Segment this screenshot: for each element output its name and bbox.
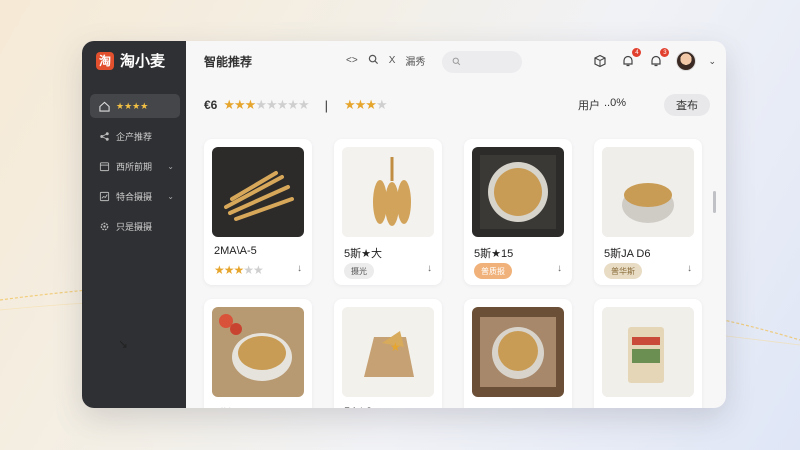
product-title: 5斯★大: [344, 248, 382, 260]
product-card[interactable]: 5品★11P普★↓: [594, 299, 702, 408]
product-image[interactable]: [602, 147, 694, 237]
product-title: 54★9: [344, 405, 372, 408]
filter-button[interactable]: 査布: [664, 94, 710, 116]
notification-badge: 4: [632, 48, 642, 57]
sidebar-item-label: 企产推荐: [116, 131, 153, 142]
product-image[interactable]: ★: [342, 307, 434, 397]
search-icon[interactable]: [368, 54, 379, 68]
product-image[interactable]: [212, 147, 304, 237]
top-bar: 智能推荐 <> X 漏秀 4 3 ⌄: [186, 41, 726, 81]
sidebar-item-settings[interactable]: 只是摄摄: [90, 214, 180, 238]
product-title: 5斯JA D6: [604, 248, 651, 260]
code-toggle-button[interactable]: <>: [346, 55, 358, 66]
download-icon[interactable]: ↓: [427, 263, 432, 274]
filter-score-label: €6: [204, 98, 218, 112]
app-window: 淘 淘小麦 ★★★★ 企产推荐 西所前期 ⌄ 特合摄摄 ⌄ 只是摄摄 智能推荐 …: [82, 41, 726, 408]
cursor-icon: ↘: [118, 337, 129, 351]
rating-filter-a[interactable]: ★★★★★★★★: [223, 97, 309, 113]
sidebar-item-label: 特合摄摄: [116, 191, 153, 202]
sidebar-item-schedule[interactable]: 西所前期 ⌄: [90, 154, 180, 178]
product-image[interactable]: [472, 147, 564, 237]
sidebar-item-home[interactable]: ★★★★: [90, 94, 180, 118]
product-title: 2MA\A-5: [214, 245, 257, 257]
users-value: ..0%: [603, 97, 626, 109]
cube-icon[interactable]: [592, 53, 608, 69]
chevron-down-icon: ⌄: [167, 161, 174, 171]
product-card[interactable]: 5斯★大摄光 ↓: [334, 139, 442, 285]
main-content: 智能推荐 <> X 漏秀 4 3 ⌄ €6 ★★★★★★★★ | ★★★★ 用户…: [186, 41, 726, 408]
chevron-down-icon[interactable]: ⌄: [708, 56, 716, 67]
chevron-down-icon: ⌄: [167, 191, 174, 201]
product-card[interactable]: 5斯★15 普质报 ↓: [464, 139, 572, 285]
download-icon[interactable]: ↓: [687, 263, 692, 274]
avatar[interactable]: [676, 51, 697, 71]
product-tag: 普质报: [474, 263, 512, 279]
search-input[interactable]: [442, 51, 522, 73]
download-icon[interactable]: ↓: [297, 263, 302, 274]
notification-badge: 3: [660, 48, 670, 57]
sidebar-nav: ★★★★ 企产推荐 西所前期 ⌄ 特合摄摄 ⌄ 只是摄摄: [90, 94, 180, 244]
logo-mark: 淘: [96, 51, 114, 70]
search-icon: [452, 53, 461, 71]
product-card[interactable]: 5品★112普质报↓: [464, 299, 572, 408]
page-title: 智能推荐: [204, 55, 253, 69]
product-title: 5斯 6-DO:: [214, 405, 264, 408]
toolbar: <> X 漏秀: [346, 53, 425, 68]
product-card[interactable]: ★54★9摄质★↓: [334, 299, 442, 408]
product-card[interactable]: 2MA\A-5 ★★★★★ ↓: [204, 139, 312, 285]
notification-icon[interactable]: 3: [648, 48, 670, 69]
product-tag: 普华斯: [604, 263, 642, 279]
share-icon: [98, 130, 110, 142]
sidebar-item-label: ★★★★: [116, 100, 149, 111]
bell-icon[interactable]: 4: [620, 48, 642, 69]
filter-bar: €6 ★★★★★★★★ | ★★★★ 用户 ..0% 査布: [204, 93, 710, 117]
download-icon[interactable]: ↓: [557, 263, 562, 274]
product-image[interactable]: [472, 307, 564, 397]
home-icon: [98, 100, 110, 112]
scrollbar[interactable]: [713, 191, 716, 213]
product-image[interactable]: [342, 147, 434, 237]
product-card[interactable]: 5斯 6-DO:★★★★★↓: [204, 299, 312, 408]
users-stat: 用户 ..0%: [578, 97, 626, 113]
sidebar-item-label: 只是摄摄: [116, 221, 153, 232]
product-title: 5斯★15: [474, 248, 514, 260]
product-image[interactable]: [602, 307, 694, 397]
product-image[interactable]: [212, 307, 304, 397]
tool-label[interactable]: 漏秀: [405, 53, 425, 68]
gear-icon: [98, 220, 110, 232]
close-tool-button[interactable]: X: [389, 55, 396, 66]
product-tag: 摄光: [344, 263, 374, 279]
app-logo[interactable]: 淘 淘小麦: [96, 50, 165, 71]
product-rating: ★★★★★: [214, 263, 264, 277]
sidebar-item-recommend[interactable]: 企产推荐: [90, 124, 180, 148]
product-title: 5品★112: [474, 405, 519, 408]
product-card[interactable]: 5斯JA D6 普华斯 ↓: [594, 139, 702, 285]
sidebar-item-label: 西所前期: [116, 161, 153, 172]
app-name: 淘小麦: [120, 53, 166, 70]
filter-divider: |: [324, 97, 328, 113]
rating-filter-b[interactable]: ★★★★: [344, 97, 388, 113]
header-actions: 4 3 ⌄: [592, 48, 716, 71]
product-title: 5品★11P: [604, 405, 650, 408]
sidebar-item-analytics[interactable]: 特合摄摄 ⌄: [90, 184, 180, 208]
svg-text:★: ★: [390, 340, 401, 354]
users-label: 用户: [577, 100, 600, 112]
calendar-icon: [98, 160, 110, 172]
sidebar: 淘 淘小麦 ★★★★ 企产推荐 西所前期 ⌄ 特合摄摄 ⌄ 只是摄摄: [82, 41, 186, 408]
chart-icon: [98, 190, 110, 202]
